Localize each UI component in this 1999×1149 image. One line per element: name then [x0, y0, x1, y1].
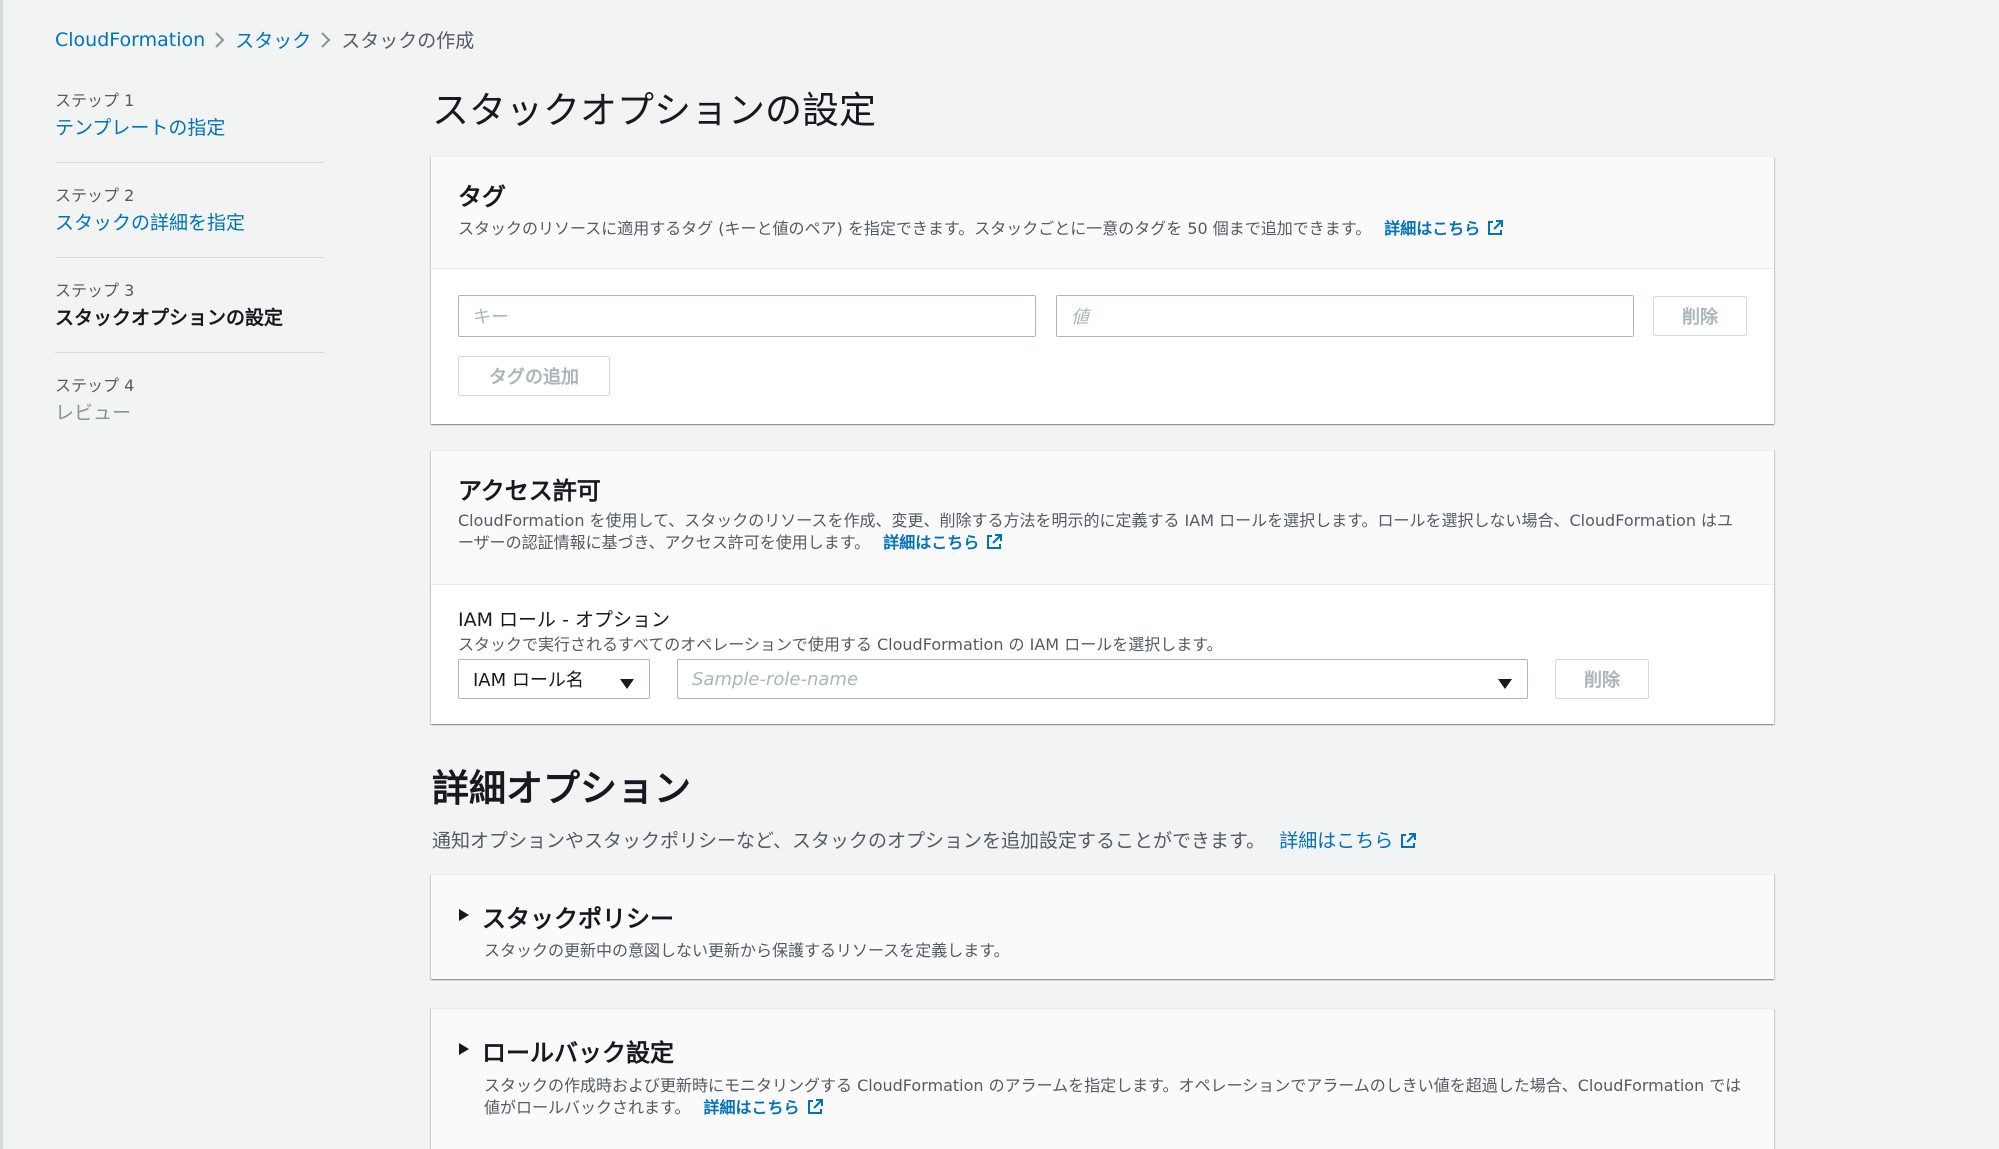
rollback-config-header[interactable]: ロールバック設定 — [458, 1033, 674, 1068]
stack-policy-header[interactable]: スタックポリシー — [458, 899, 674, 934]
breadcrumb-stacks[interactable]: スタック — [235, 26, 311, 53]
caret-down-icon — [619, 674, 635, 695]
iam-role-remove-button[interactable]: 削除 — [1555, 659, 1649, 699]
permissions-panel: アクセス許可 CloudFormation を使用して、スタックのリソースを作成… — [431, 450, 1774, 724]
caret-right-icon — [458, 1041, 470, 1060]
learn-more-link[interactable]: 詳細はこちら — [1279, 830, 1417, 852]
external-link-icon — [1399, 832, 1417, 855]
step-number: ステップ 1 — [55, 91, 135, 110]
add-tag-button[interactable]: タグの追加 — [458, 356, 610, 396]
step-3: ステップ 3 スタックオプションの設定 — [55, 280, 324, 353]
step-link-stack-details[interactable]: スタックの詳細を指定 — [55, 209, 324, 237]
external-link-icon — [806, 1098, 824, 1122]
breadcrumb: CloudFormation スタック スタックの作成 — [55, 26, 474, 53]
page-title: スタックオプションの設定 — [432, 89, 876, 132]
rollback-config-description: スタックの作成時および更新時にモニタリングする CloudFormation の… — [484, 1075, 1749, 1122]
learn-more-link[interactable]: 詳細はこちら — [883, 533, 1003, 552]
permissions-description-text: CloudFormation を使用して、スタックのリソースを作成、変更、削除す… — [458, 511, 1734, 552]
step-review: レビュー — [55, 402, 132, 424]
step-1: ステップ 1 テンプレートの指定 — [55, 90, 324, 163]
breadcrumb-create-stack: スタックの作成 — [341, 30, 475, 52]
left-edge-border — [0, 0, 3, 1149]
step-number: ステップ 3 — [55, 281, 135, 300]
iam-role-type-value: IAM ロール名 — [473, 670, 584, 691]
caret-right-icon — [458, 907, 470, 926]
permissions-panel-header: アクセス許可 CloudFormation を使用して、スタックのリソースを作成… — [431, 451, 1774, 585]
tags-panel-header: タグ スタックのリソースに適用するタグ (キーと値のペア) を指定できます。スタ… — [431, 157, 1774, 269]
stack-policy-description: スタックの更新中の意図しない更新から保護するリソースを定義します。 — [484, 941, 1010, 960]
step-number: ステップ 4 — [55, 376, 135, 395]
iam-role-type-select[interactable]: IAM ロール名 — [458, 659, 650, 699]
stack-policy-expander[interactable]: スタックポリシー スタックの更新中の意図しない更新から保護するリソースを定義しま… — [431, 874, 1774, 979]
tags-description-text: スタックのリソースに適用するタグ (キーと値のペア) を指定できます。スタックご… — [458, 219, 1372, 238]
external-link-icon — [985, 533, 1003, 557]
iam-role-description: スタックで実行されるすべてのオペレーションで使用する CloudFormatio… — [458, 635, 1223, 654]
permissions-description: CloudFormation を使用して、スタックのリソースを作成、変更、削除す… — [458, 510, 1747, 557]
tag-key-input[interactable]: キー — [458, 295, 1036, 337]
caret-down-icon — [1497, 674, 1513, 695]
iam-role-label: IAM ロール - オプション — [458, 609, 670, 631]
tag-remove-button[interactable]: 削除 — [1653, 296, 1747, 336]
step-4: ステップ 4 レビュー — [55, 375, 324, 447]
step-current-stack-options: スタックオプションの設定 — [55, 307, 284, 329]
tags-description: スタックのリソースに適用するタグ (キーと値のペア) を指定できます。スタックご… — [458, 218, 1747, 243]
external-link-icon — [1486, 219, 1504, 243]
chevron-right-icon — [311, 29, 341, 51]
wizard-steps-nav: ステップ 1 テンプレートの指定 ステップ 2 スタックの詳細を指定 ステップ … — [55, 90, 324, 469]
learn-more-link[interactable]: 詳細はこちら — [1384, 219, 1504, 238]
rollback-config-title: ロールバック設定 — [482, 1039, 674, 1067]
iam-role-name-select[interactable]: Sample-role-name — [677, 659, 1528, 699]
advanced-options-title: 詳細オプション — [432, 767, 691, 810]
tags-panel: タグ スタックのリソースに適用するタグ (キーと値のペア) を指定できます。スタ… — [431, 156, 1774, 424]
stack-policy-title: スタックポリシー — [482, 905, 674, 933]
tag-value-input[interactable]: 値 — [1056, 295, 1634, 337]
breadcrumb-cloudformation[interactable]: CloudFormation — [55, 29, 205, 51]
rollback-config-expander[interactable]: ロールバック設定 スタックの作成時および更新時にモニタリングする CloudFo… — [431, 1008, 1774, 1149]
chevron-right-icon — [205, 29, 235, 51]
tags-title: タグ — [458, 183, 506, 211]
step-2: ステップ 2 スタックの詳細を指定 — [55, 185, 324, 258]
permissions-title: アクセス許可 — [458, 477, 601, 505]
advanced-options-description: 通知オプションやスタックポリシーなど、スタックのオプションを追加設定することがで… — [432, 826, 1417, 855]
learn-more-link[interactable]: 詳細はこちら — [704, 1098, 824, 1117]
step-number: ステップ 2 — [55, 186, 135, 205]
step-link-specify-template[interactable]: テンプレートの指定 — [55, 114, 324, 142]
